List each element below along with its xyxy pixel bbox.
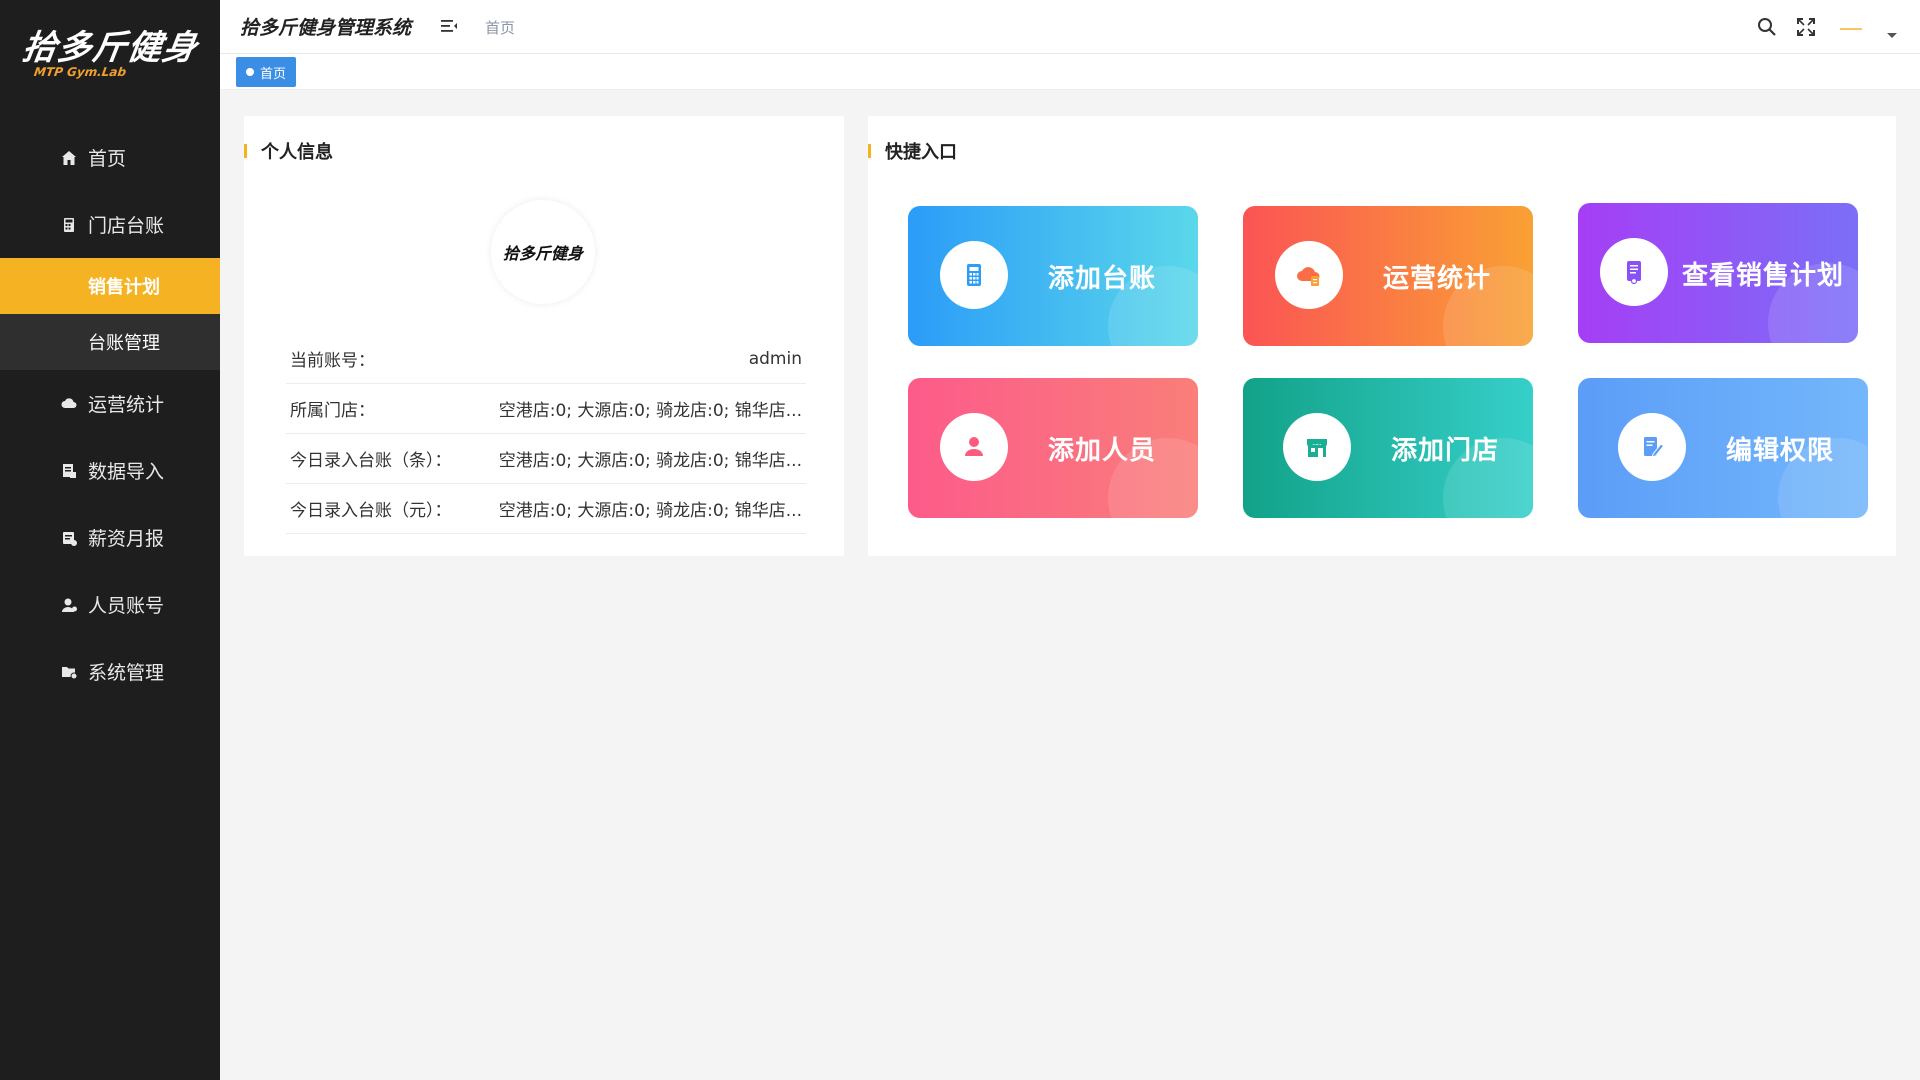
sidebar-item-store-ledger[interactable]: 门店台账 xyxy=(0,191,220,258)
info-value: admin xyxy=(748,348,802,369)
user-avatar[interactable] xyxy=(1840,28,1862,30)
sidebar-item-label: 系统管理 xyxy=(88,662,165,684)
sidebar-item-label: 门店台账 xyxy=(88,215,165,237)
sidebar-item-label: 运营统计 xyxy=(88,394,165,416)
fullscreen-icon[interactable] xyxy=(1795,16,1817,38)
tags-bar: 首页 xyxy=(220,54,1920,90)
sidebar-item-staff-accounts[interactable]: 人员账号 xyxy=(0,571,220,638)
search-icon[interactable] xyxy=(1756,16,1778,38)
user-icon xyxy=(60,596,78,614)
sidebar-item-data-import[interactable]: 数据导入 xyxy=(0,437,220,504)
calculator-icon xyxy=(60,216,78,234)
info-row-today-amount: 今日录入台账（元）： 空港店:0; 大源店:0; 骑龙店:0; 锦华店... xyxy=(286,484,806,534)
app-title: 拾多斤健身管理系统 xyxy=(240,17,412,39)
active-dot-icon xyxy=(246,68,254,76)
sidebar-item-system-management[interactable]: 系统管理 xyxy=(0,638,220,705)
sidebar-item-label: 首页 xyxy=(88,148,127,170)
tile-view-sales-plan[interactable]: 查看销售计划 xyxy=(1578,203,1858,343)
home-icon xyxy=(60,149,78,167)
sidebar-item-home[interactable]: 首页 xyxy=(0,124,220,191)
profile-card-title: 个人信息 xyxy=(260,138,333,164)
logo[interactable]: 拾多斤健身 MTP Gym.Lab xyxy=(0,0,220,90)
submenu-store-ledger: 销售计划 台账管理 xyxy=(0,258,220,370)
sidebar-item-operation-stats[interactable]: 运营统计 xyxy=(0,370,220,437)
tile-operation-stats[interactable]: 运营统计 xyxy=(1243,206,1533,346)
info-row-today-count: 今日录入台账（条）： 空港店:0; 大源店:0; 骑龙店:0; 锦华店... xyxy=(286,434,806,484)
sidebar-item-label: 人员账号 xyxy=(88,595,165,617)
sidebar-menu: 首页 门店台账 销售计划 台账管理 运营统计 数据导入 薪资月报 人员账号 系统… xyxy=(0,124,220,705)
import-icon xyxy=(60,462,78,480)
logo-subtitle: MTP Gym.Lab xyxy=(32,64,128,79)
calculator-icon xyxy=(940,241,1008,309)
breadcrumb[interactable]: 首页 xyxy=(485,17,515,38)
info-key: 所属门店： xyxy=(290,401,375,421)
avatar-logo-text: 拾多斤健身 xyxy=(502,244,583,263)
profile-avatar: 拾多斤健身 xyxy=(491,200,595,304)
top-header: 拾多斤健身管理系统 首页 xyxy=(220,0,1920,54)
profile-card: 个人信息 拾多斤健身 当前账号： admin 所属门店： 空港店:0; 大源店:… xyxy=(244,116,844,556)
tag-home[interactable]: 首页 xyxy=(236,57,297,87)
cloud-icon xyxy=(60,395,78,413)
sidebar-subitem-ledger-management[interactable]: 台账管理 xyxy=(0,314,220,370)
document-icon xyxy=(1600,238,1668,306)
profile-info-list: 当前账号： admin 所属门店： 空港店:0; 大源店:0; 骑龙店:0; 锦… xyxy=(286,334,806,534)
settings-folder-icon xyxy=(60,663,78,681)
tile-add-ledger[interactable]: 添加台账 xyxy=(908,206,1198,346)
store-icon xyxy=(1283,413,1351,481)
tile-add-store[interactable]: 添加门店 xyxy=(1243,378,1533,518)
info-row-store: 所属门店： 空港店:0; 大源店:0; 骑龙店:0; 锦华店... xyxy=(286,384,806,434)
info-key: 今日录入台账（条）： xyxy=(290,451,452,471)
sidebar-item-label: 数据导入 xyxy=(88,461,165,483)
edit-document-icon xyxy=(1618,413,1686,481)
sidebar-item-salary-report[interactable]: 薪资月报 xyxy=(0,504,220,571)
cloud-data-icon xyxy=(1275,241,1343,309)
info-value: 空港店:0; 大源店:0; 骑龙店:0; 锦华店... xyxy=(498,451,802,471)
tile-edit-permissions[interactable]: 编辑权限 xyxy=(1578,378,1868,518)
report-icon xyxy=(60,529,78,547)
quick-access-card: 快捷入口 添加台账 运营统计 查看销售计划 添加人员 添加门店 编辑权限 xyxy=(868,116,1896,556)
person-icon xyxy=(940,413,1008,481)
logo-title: 拾多斤健身 xyxy=(19,27,200,68)
tag-label: 首页 xyxy=(260,66,287,82)
sidebar: 拾多斤健身 MTP Gym.Lab 首页 门店台账 销售计划 台账管理 运营统计 xyxy=(0,0,220,1080)
tile-add-staff[interactable]: 添加人员 xyxy=(908,378,1198,518)
info-key: 当前账号： xyxy=(290,351,375,371)
quick-access-title: 快捷入口 xyxy=(884,138,957,164)
info-key: 今日录入台账（元）： xyxy=(290,501,452,521)
sidebar-subitem-sales-plan[interactable]: 销售计划 xyxy=(0,258,220,314)
info-value: 空港店:0; 大源店:0; 骑龙店:0; 锦华店... xyxy=(498,401,802,421)
sidebar-item-label: 薪资月报 xyxy=(88,528,165,550)
menu-fold-icon[interactable] xyxy=(440,17,458,35)
info-value: 空港店:0; 大源店:0; 骑龙店:0; 锦华店... xyxy=(498,501,802,521)
info-row-account: 当前账号： admin xyxy=(286,334,806,384)
user-dropdown-icon[interactable] xyxy=(1887,33,1897,38)
